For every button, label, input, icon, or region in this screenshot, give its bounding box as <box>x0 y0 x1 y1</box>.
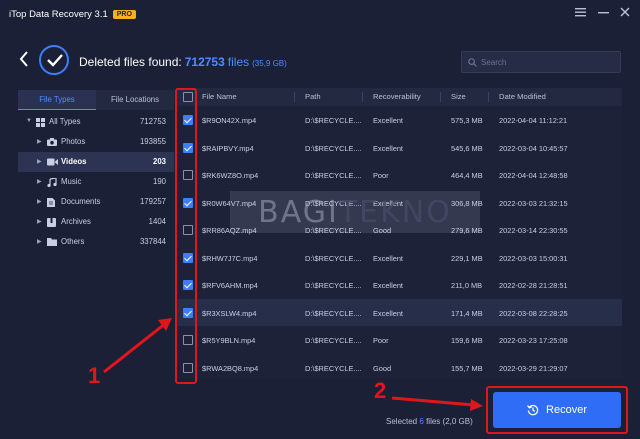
selected-label: Selected <box>386 417 418 426</box>
annotation-arrow-1 <box>103 321 167 374</box>
recover-button[interactable]: Recover <box>493 392 621 428</box>
annotation-number-1: 1 <box>88 363 101 388</box>
recover-icon <box>527 404 539 416</box>
recover-label: Recover <box>546 404 587 416</box>
annotation-arrowhead-2 <box>470 399 483 411</box>
selected-size: (2,0 GB) <box>442 417 473 426</box>
annotation-number-2: 2 <box>374 378 387 403</box>
selected-count: 6 <box>419 417 424 426</box>
selected-summary: Selected 6 files (2,0 GB) <box>386 417 473 426</box>
annotation-arrow-2 <box>391 396 475 407</box>
selected-unit: files <box>426 417 441 426</box>
